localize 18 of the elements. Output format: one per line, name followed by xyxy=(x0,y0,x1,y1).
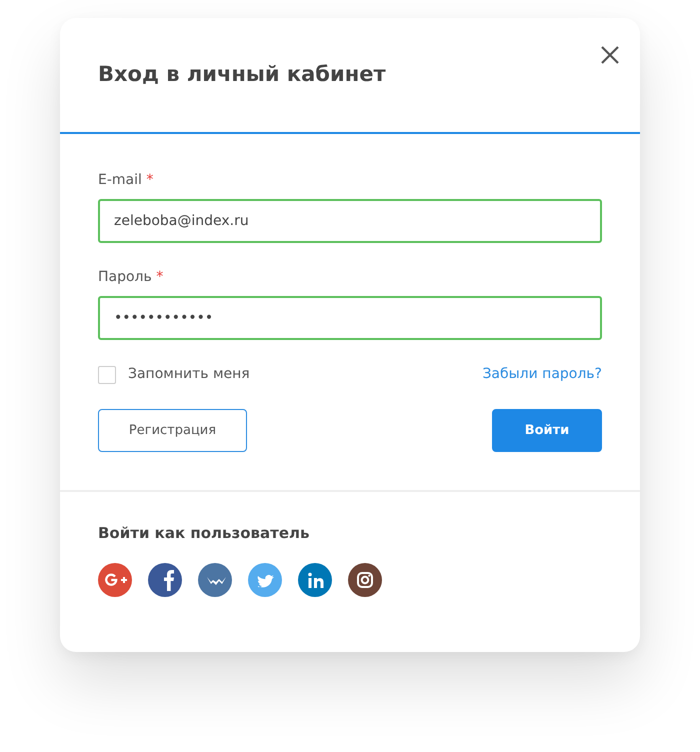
social-network-icon[interactable] xyxy=(198,562,232,596)
social-network-icon[interactable] xyxy=(98,562,132,596)
social-network-icon[interactable] xyxy=(298,562,332,596)
checkbox[interactable] xyxy=(98,366,116,384)
checkbox-label[interactable]: Запомнить меня xyxy=(128,364,250,385)
required-mark: * xyxy=(156,269,164,285)
register-button[interactable]: Регистрация xyxy=(98,409,247,452)
email-field[interactable]: zeleboba@index.ru xyxy=(98,199,602,243)
social-network-icon[interactable] xyxy=(348,562,382,596)
password-field[interactable]: •••••••••••• xyxy=(98,296,602,340)
field-label: E-mail xyxy=(98,172,142,188)
login-button[interactable]: Войти xyxy=(492,409,602,452)
forgot-password-link[interactable]: Забыли пароль? xyxy=(482,364,602,385)
dialog-title: Вход в личный кабинет xyxy=(98,62,387,88)
field-label: Пароль xyxy=(98,269,152,285)
required-mark: * xyxy=(146,172,154,188)
social-network-icon[interactable] xyxy=(148,562,182,596)
section-title: Войти как пользователь xyxy=(98,523,310,544)
